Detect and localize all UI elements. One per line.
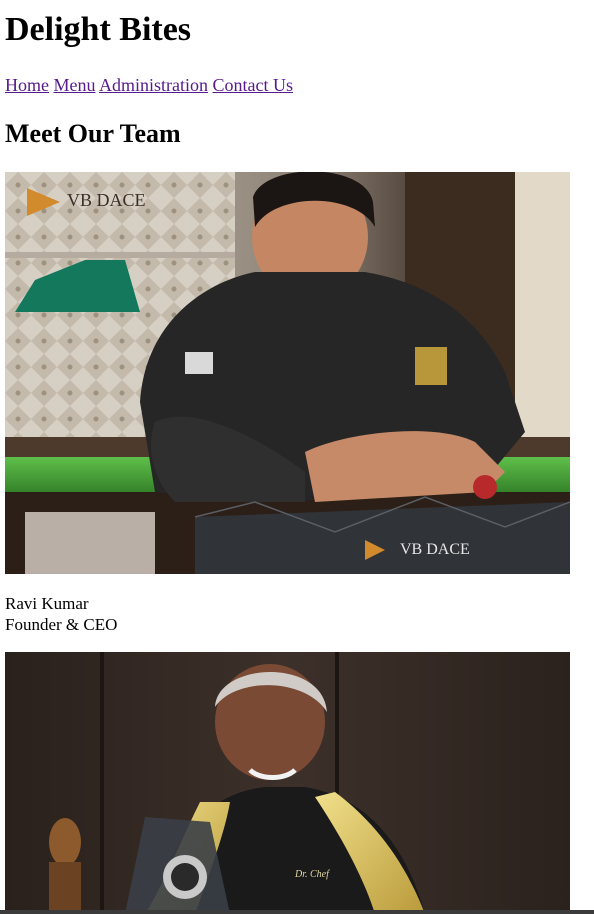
team-member-photo: Dr. Chef <box>5 652 570 914</box>
svg-text:Dr. Chef: Dr. Chef <box>294 869 330 880</box>
team-member-card: Ravi Kumar Founder & CEO <box>5 593 117 635</box>
svg-text:VB DACE: VB DACE <box>67 190 146 210</box>
page-divider <box>0 910 594 914</box>
team-member-role: Founder & CEO <box>5 615 118 634</box>
team-heading: Meet Our Team <box>5 119 181 148</box>
nav-link-home[interactable]: Home <box>5 75 49 95</box>
nav-link-contact-us[interactable]: Contact Us <box>213 75 294 95</box>
site-title: Delight Bites <box>5 11 192 48</box>
team-member-photo: VB DACE VB DACE <box>5 172 570 574</box>
svg-text:VB DACE: VB DACE <box>400 541 470 558</box>
nav-link-administration[interactable]: Administration <box>99 75 208 95</box>
nav-link-menu[interactable]: Menu <box>54 75 96 95</box>
main-nav: Home Menu Administration Contact Us <box>5 74 293 96</box>
team-member-name: Ravi Kumar <box>5 594 89 613</box>
